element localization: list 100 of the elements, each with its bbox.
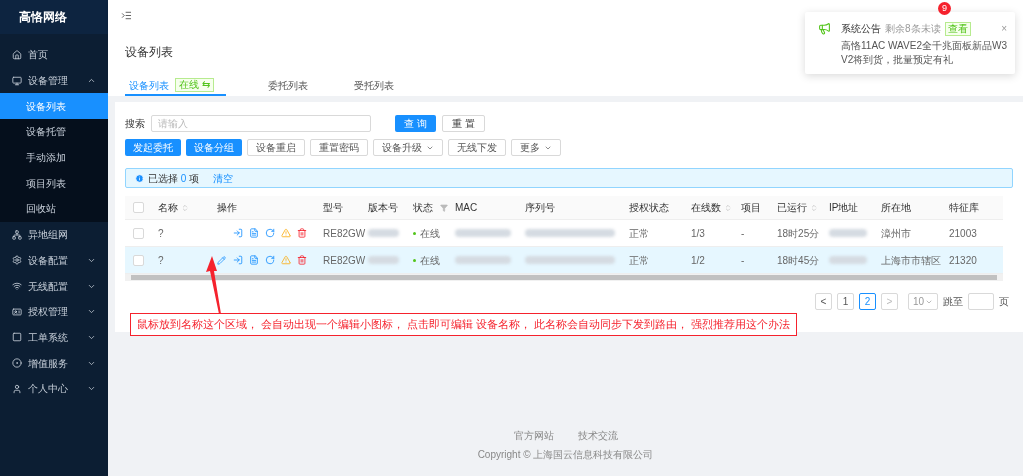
circle-dot-icon xyxy=(12,358,22,369)
table-cell-text: - xyxy=(741,253,745,268)
annotation-callout: 鼠标放到名称这个区域， 会自动出现一个编辑小图标， 点击即可编辑 设备名称， 此名称会自动同步下发到路由， 强烈推荐用这个办法 xyxy=(130,313,798,336)
sort-icon[interactable] xyxy=(810,203,818,212)
sidebar-item[interactable]: 设备管理 xyxy=(0,67,108,94)
delete-icon[interactable] xyxy=(297,228,307,238)
notification-subtitle: 剩余8条未读 xyxy=(885,22,941,36)
table-cell-text: RE82GW xyxy=(323,226,366,241)
table-cell-text: - xyxy=(741,226,745,241)
wifi-icon xyxy=(12,281,22,292)
document-icon[interactable] xyxy=(249,255,259,265)
menu-toggle-icon[interactable] xyxy=(121,10,132,21)
filter-icon[interactable] xyxy=(440,203,448,212)
table-cell-text: 在线 xyxy=(420,226,440,241)
annotation-arrow xyxy=(204,256,224,314)
table-cell-text: 正常 xyxy=(629,226,649,241)
column-header: 版本号 xyxy=(368,201,398,215)
column-header: 序列号 xyxy=(525,201,555,215)
login-icon[interactable] xyxy=(233,228,243,238)
brand-logo: 高恪网络 xyxy=(0,0,108,34)
edit-icon[interactable] xyxy=(217,255,226,265)
table-cell-text: 21320 xyxy=(949,253,977,268)
refresh-icon[interactable] xyxy=(265,228,275,238)
column-header: 型号 xyxy=(323,201,343,215)
table-cell-text: ? xyxy=(158,226,164,241)
sidebar-item[interactable]: 工单系统 xyxy=(0,324,108,351)
table-cell-text: 在线 xyxy=(420,253,440,268)
monitor-icon xyxy=(12,75,22,86)
reset-button[interactable]: 重 置 xyxy=(441,115,485,132)
toolbar-button[interactable]: 更多 xyxy=(511,139,561,156)
sidebar-subitem[interactable]: 回收站 xyxy=(0,196,108,222)
search-label: 搜索 xyxy=(125,117,145,131)
table-cell-text: 1/3 xyxy=(691,226,705,241)
column-header: 项目 xyxy=(741,201,761,215)
toolbar-button[interactable]: 无线下发 xyxy=(448,139,506,156)
sidebar-item[interactable]: 首页 xyxy=(0,42,108,68)
refresh-icon[interactable] xyxy=(265,255,275,265)
table-cell-text: 18时45分 xyxy=(777,253,820,268)
sidebar-item[interactable]: 异地组网 xyxy=(0,221,108,248)
table-cell-text: 21003 xyxy=(949,226,977,241)
warning-icon[interactable] xyxy=(281,255,291,265)
warning-icon[interactable] xyxy=(281,228,291,238)
sidebar-item[interactable]: 个人中心 xyxy=(0,375,108,402)
column-header: 名称 xyxy=(158,201,178,215)
checkbox[interactable] xyxy=(133,254,144,266)
sidebar-subitem[interactable]: 项目列表 xyxy=(0,170,108,197)
column-header: 状态 xyxy=(413,201,433,215)
status-tag: 在线 ⇆ xyxy=(175,78,214,92)
sort-icon[interactable] xyxy=(724,203,732,212)
blurred-value xyxy=(368,256,399,264)
tab[interactable]: 受托列表 xyxy=(349,76,398,96)
blurred-value xyxy=(368,229,399,237)
column-header: 操作 xyxy=(217,201,237,215)
toolbar-button[interactable]: 重置密码 xyxy=(310,139,368,156)
table-cell-text: 上海市市辖区 xyxy=(881,253,941,268)
notification-body: 高恪11AC WAVE2全千兆面板新品W3 V2将到货，批量预定有礼 xyxy=(841,39,1007,67)
table-cell-text: 漳州市 xyxy=(881,226,911,241)
gear-icon xyxy=(12,255,22,266)
toolbar-button[interactable]: 设备升级 xyxy=(373,139,443,156)
sidebar-subitem[interactable]: 设备托管 xyxy=(0,119,108,145)
page-button[interactable]: 1 xyxy=(837,293,854,310)
table-cell-text: RE82GW xyxy=(323,253,366,268)
login-icon[interactable] xyxy=(233,255,243,265)
table-row[interactable]: ? RE82GW 在线 正常 1/2 - 18时45分 上海市市辖区 21320 xyxy=(125,247,1003,274)
selection-count: 已选择 0 项 xyxy=(148,171,200,186)
sidebar-item[interactable]: 无线配置 xyxy=(0,273,108,299)
copyright-text: Copyright © 上海国云信息科技有限公司 xyxy=(477,448,654,462)
page-title: 设备列表 xyxy=(125,44,173,61)
network-icon xyxy=(12,229,22,240)
horizontal-scrollbar[interactable] xyxy=(125,274,1003,281)
column-header: MAC xyxy=(455,201,478,215)
delete-icon[interactable] xyxy=(297,255,307,265)
sidebar-item[interactable]: 设备配置 xyxy=(0,247,108,274)
jump-label: 跳至 xyxy=(943,295,963,309)
column-header: 授权状态 xyxy=(629,201,669,215)
id-card-icon xyxy=(12,306,22,317)
document-icon[interactable] xyxy=(249,228,259,238)
table-cell-text: 18时25分 xyxy=(777,226,820,241)
blurred-value xyxy=(455,229,511,237)
home-icon xyxy=(12,49,22,60)
table-cell-text: 正常 xyxy=(629,253,649,268)
prev-page-button[interactable]: < xyxy=(815,293,832,310)
sidebar-item[interactable]: 授权管理 xyxy=(0,298,108,325)
blurred-value xyxy=(829,229,867,237)
blurred-value xyxy=(829,256,867,264)
sort-icon[interactable] xyxy=(181,203,189,212)
speaker-icon xyxy=(818,22,831,35)
sidebar-item[interactable]: 增值服务 xyxy=(0,350,108,376)
checkbox[interactable] xyxy=(133,202,144,213)
user-icon xyxy=(12,383,22,394)
jump-field[interactable] xyxy=(968,293,994,310)
toolbar-button[interactable]: 设备重启 xyxy=(247,139,305,156)
jump-suffix: 页 xyxy=(999,295,1009,309)
column-header: 在线数 xyxy=(691,201,721,215)
search-field[interactable]: 请输入 xyxy=(151,115,371,132)
checkbox[interactable] xyxy=(133,227,144,239)
info-icon xyxy=(135,173,144,183)
tab[interactable]: 委托列表 xyxy=(263,76,312,96)
column-header: IP地址 xyxy=(829,201,859,215)
sidebar-subitem[interactable]: 手动添加 xyxy=(0,144,108,171)
